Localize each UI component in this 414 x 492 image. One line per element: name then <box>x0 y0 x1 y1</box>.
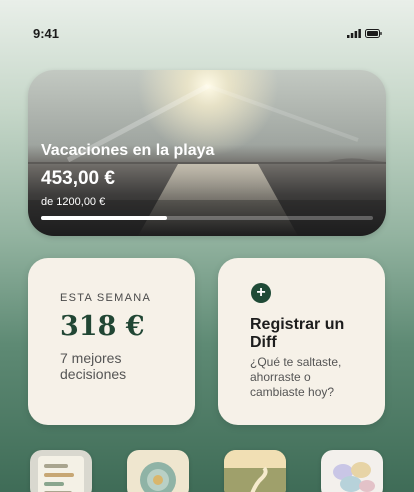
week-amount: 318 € <box>60 311 145 342</box>
notes-icon <box>30 450 92 492</box>
shortcut-path[interactable] <box>224 450 286 492</box>
battery-icon <box>365 29 382 38</box>
signal-icon <box>347 29 361 38</box>
goal-progress-bar <box>41 216 373 220</box>
goal-target-amount: de 1200,00 € <box>41 196 106 208</box>
petals-icon <box>321 450 383 492</box>
shortcut-petals[interactable] <box>321 450 383 492</box>
goal-saved-amount: 453,00 € <box>41 168 115 189</box>
status-bar: 9:41 <box>0 0 414 60</box>
goal-title: Vacaciones en la playa <box>41 142 215 159</box>
path-icon <box>224 450 286 492</box>
week-label: ESTA SEMANA <box>60 292 152 304</box>
register-diff-title: Registrar un Diff <box>250 316 345 351</box>
plus-icon[interactable]: + <box>251 283 271 303</box>
register-diff-card[interactable]: + Registrar un Diff ¿Qué te saltaste, ah… <box>218 258 385 425</box>
register-diff-subtitle: ¿Qué te saltaste, ahorraste o cambiaste … <box>250 355 342 399</box>
flower-icon <box>127 450 189 492</box>
shortcut-flower[interactable] <box>127 450 189 492</box>
shortcut-notes[interactable] <box>30 450 92 492</box>
weekly-summary-card[interactable]: ESTA SEMANA 318 € 7 mejores decisiones <box>28 258 195 425</box>
goal-progress-fill <box>41 216 168 220</box>
status-time: 9:41 <box>33 26 60 41</box>
week-decisions-count: 7 mejores decisiones <box>60 350 127 382</box>
savings-goal-card[interactable]: Vacaciones en la playa 453,00 € de 1200,… <box>28 70 386 236</box>
